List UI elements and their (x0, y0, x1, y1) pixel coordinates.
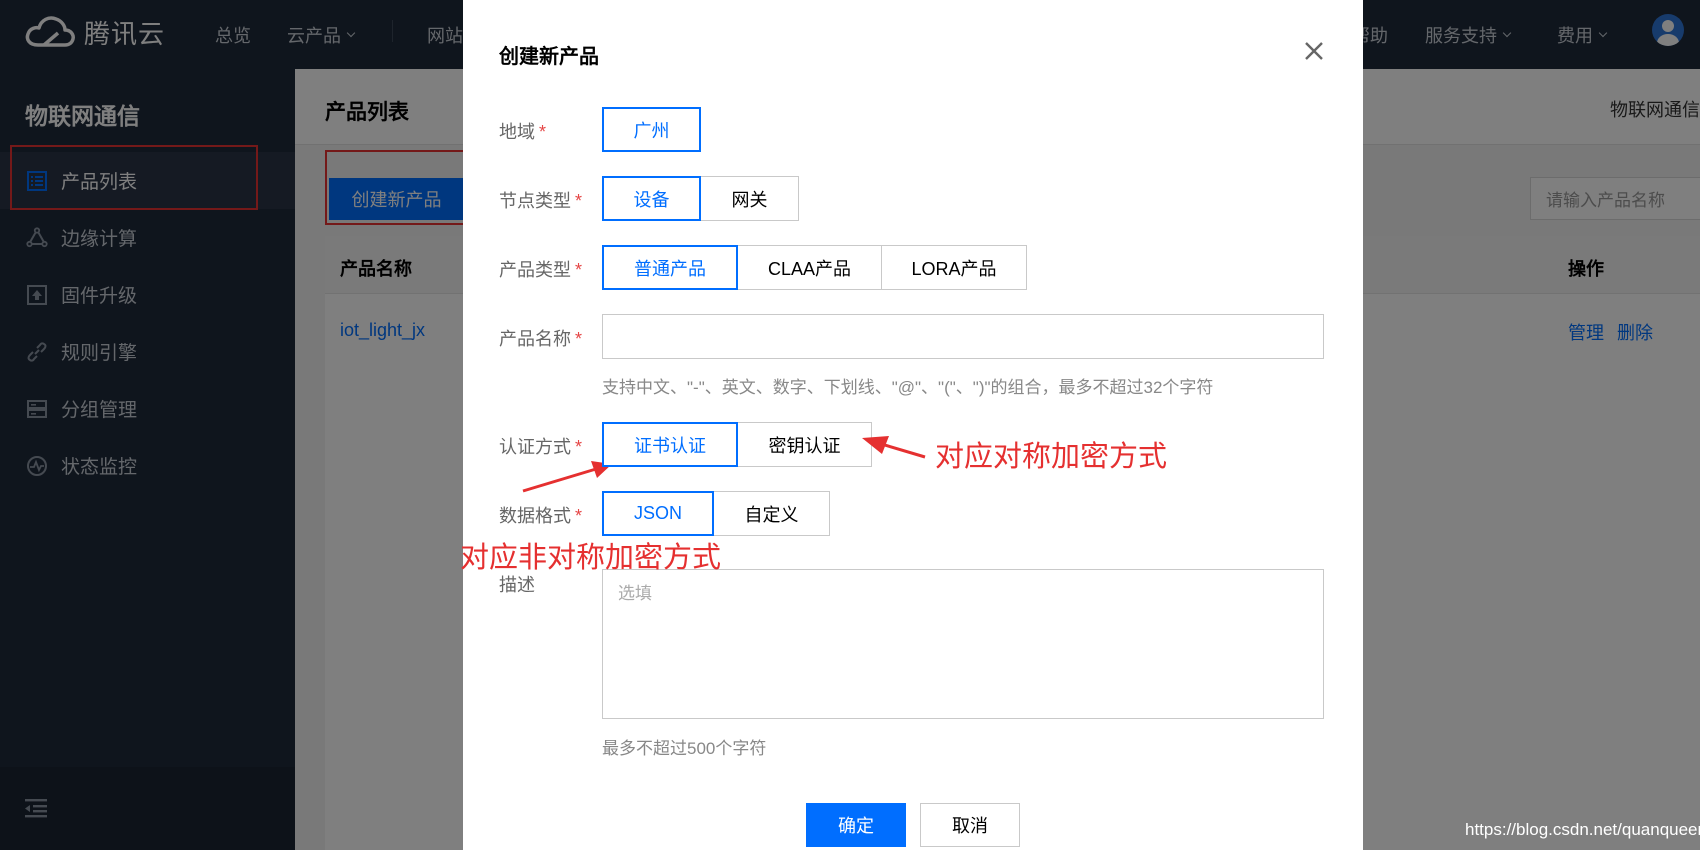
product-type-option-lora[interactable]: LORA产品 (881, 245, 1027, 290)
create-product-dialog: 创建新产品 地域 * 广州 节点类型 * 设备 网关 产品类型 * 普通产品 CLAA… (463, 0, 1363, 850)
product-type-option-claa[interactable]: CLAA产品 (737, 245, 882, 290)
label-text: 产品名称 (499, 329, 571, 349)
product-type-label: 产品类型 * (499, 256, 582, 282)
auth-method-label: 认证方式 * (499, 433, 582, 459)
data-format-option-json[interactable]: JSON (602, 491, 714, 536)
cancel-button[interactable]: 取消 (920, 803, 1020, 847)
auth-method-selector: 证书认证 密钥认证 (602, 422, 872, 467)
watermark-text: https://blog.csdn.net/quanqueen (1465, 820, 1700, 839)
label-text: 认证方式 (499, 437, 571, 457)
auth-option-certificate[interactable]: 证书认证 (602, 422, 738, 467)
region-label: 地域 * (499, 118, 546, 144)
required-mark: * (575, 437, 583, 457)
description-textarea[interactable]: 选填 (602, 569, 1324, 719)
required-mark: * (539, 122, 547, 142)
node-type-option-device[interactable]: 设备 (602, 176, 701, 221)
node-type-selector: 设备 网关 (602, 176, 799, 221)
product-name-hint: 支持中文、"-"、英文、数字、下划线、"@"、"("、")"的组合，最多不超过3… (602, 378, 1214, 397)
required-mark: * (575, 506, 583, 526)
required-mark: * (575, 191, 583, 211)
required-mark: * (575, 329, 583, 349)
product-type-selector: 普通产品 CLAA产品 LORA产品 (602, 245, 1027, 290)
required-mark: * (575, 260, 583, 280)
annotation-asymmetric: 对应非对称加密方式 (460, 542, 722, 574)
close-icon[interactable] (1303, 40, 1325, 62)
description-hint: 最多不超过500个字符 (602, 739, 767, 758)
label-text: 节点类型 (499, 191, 571, 211)
data-format-selector: JSON 自定义 (602, 491, 830, 536)
data-format-option-custom[interactable]: 自定义 (713, 491, 830, 536)
data-format-label: 数据格式 * (499, 502, 582, 528)
auth-option-key[interactable]: 密钥认证 (737, 422, 872, 467)
node-type-label: 节点类型 * (499, 187, 582, 213)
annotation-symmetric: 对应对称加密方式 (935, 441, 1168, 473)
label-text: 产品类型 (499, 260, 571, 280)
product-name-input[interactable] (602, 314, 1324, 359)
label-text: 地域 (499, 122, 535, 142)
label-text: 数据格式 (499, 506, 571, 526)
dialog-title: 创建新产品 (499, 46, 599, 68)
product-name-label: 产品名称 * (499, 325, 582, 351)
region-option-guangzhou[interactable]: 广州 (602, 107, 701, 152)
node-type-option-gateway[interactable]: 网关 (700, 176, 799, 221)
confirm-button[interactable]: 确定 (806, 803, 906, 847)
product-type-option-normal[interactable]: 普通产品 (602, 245, 738, 290)
region-selector: 广州 (602, 107, 701, 152)
